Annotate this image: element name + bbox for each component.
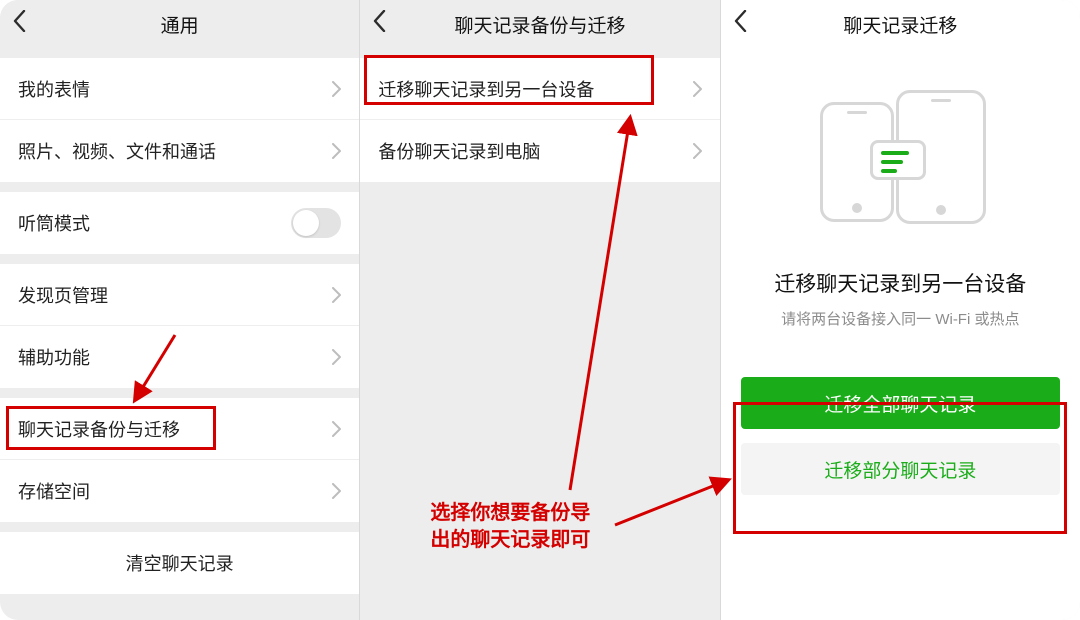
row-backup[interactable]: 聊天记录备份与迁移: [0, 398, 359, 460]
back-button[interactable]: [733, 0, 747, 48]
chevron-right-icon: [693, 143, 702, 159]
chevron-right-icon: [332, 287, 341, 303]
row-label: 迁移聊天记录到另一台设备: [378, 76, 594, 102]
row-label: 发现页管理: [18, 282, 108, 308]
chevron-right-icon: [332, 421, 341, 437]
chevron-left-icon: [733, 10, 747, 38]
row-label: 听筒模式: [18, 210, 90, 236]
row-label: 清空聊天记录: [126, 550, 234, 576]
annotation-note-line: 选择你想要备份导: [430, 500, 590, 527]
button-label: 迁移部分聊天记录: [824, 456, 976, 483]
row-assist[interactable]: 辅助功能: [0, 326, 359, 388]
migrate-subtext: 请将两台设备接入同一 Wi-Fi 或热点: [781, 308, 1019, 329]
row-migrate-device[interactable]: 迁移聊天记录到另一台设备: [360, 58, 719, 120]
row-clear[interactable]: 清空聊天记录: [0, 532, 359, 594]
page-title: 通用: [161, 11, 199, 38]
chevron-right-icon: [332, 483, 341, 499]
back-button[interactable]: [12, 0, 26, 48]
chevron-right-icon: [693, 81, 702, 97]
migrate-all-button[interactable]: 迁移全部聊天记录: [741, 377, 1060, 429]
chevron-left-icon: [372, 10, 386, 38]
button-area: 迁移全部聊天记录 迁移部分聊天记录: [721, 377, 1080, 495]
annotation-note-line: 出的聊天记录即可: [430, 527, 590, 554]
row-backup-pc[interactable]: 备份聊天记录到电脑: [360, 120, 719, 182]
button-label: 迁移全部聊天记录: [824, 390, 976, 417]
toggle-earpiece[interactable]: [291, 208, 341, 238]
row-label: 辅助功能: [18, 344, 90, 370]
chevron-left-icon: [12, 10, 26, 38]
migrate-partial-button[interactable]: 迁移部分聊天记录: [741, 443, 1060, 495]
header-backup: 聊天记录备份与迁移: [360, 0, 719, 48]
row-discover[interactable]: 发现页管理: [0, 264, 359, 326]
page-title: 聊天记录备份与迁移: [454, 11, 625, 38]
annotation-note: 选择你想要备份导 出的聊天记录即可: [430, 500, 590, 554]
header-migrate: 聊天记录迁移: [721, 0, 1080, 48]
migrate-illustration: [800, 90, 1000, 230]
chevron-right-icon: [332, 81, 341, 97]
chevron-right-icon: [332, 143, 341, 159]
chevron-right-icon: [332, 349, 341, 365]
row-storage[interactable]: 存储空间: [0, 460, 359, 522]
row-label: 聊天记录备份与迁移: [18, 416, 180, 442]
row-media[interactable]: 照片、视频、文件和通话: [0, 120, 359, 182]
row-label: 我的表情: [18, 76, 90, 102]
row-label: 备份聊天记录到电脑: [378, 138, 540, 164]
row-earpiece[interactable]: 听筒模式: [0, 192, 359, 254]
page-title: 聊天记录迁移: [843, 11, 957, 38]
row-stickers[interactable]: 我的表情: [0, 58, 359, 120]
panel-backup-migrate: 聊天记录备份与迁移 迁移聊天记录到另一台设备 备份聊天记录到电脑 选择你想要备份…: [359, 0, 719, 620]
panel-general: 通用 我的表情 照片、视频、文件和通话 听筒模式 发现页管理: [0, 0, 359, 620]
panel-migrate: 聊天记录迁移 迁移聊天记录到另一台设备 请将两台设备接入同一 Wi-Fi 或热点…: [720, 0, 1080, 620]
back-button[interactable]: [372, 0, 386, 48]
header-general: 通用: [0, 0, 359, 48]
migrate-heading: 迁移聊天记录到另一台设备: [774, 268, 1026, 298]
chat-bubble-icon: [870, 140, 926, 180]
row-label: 存储空间: [18, 478, 90, 504]
row-label: 照片、视频、文件和通话: [18, 138, 216, 164]
